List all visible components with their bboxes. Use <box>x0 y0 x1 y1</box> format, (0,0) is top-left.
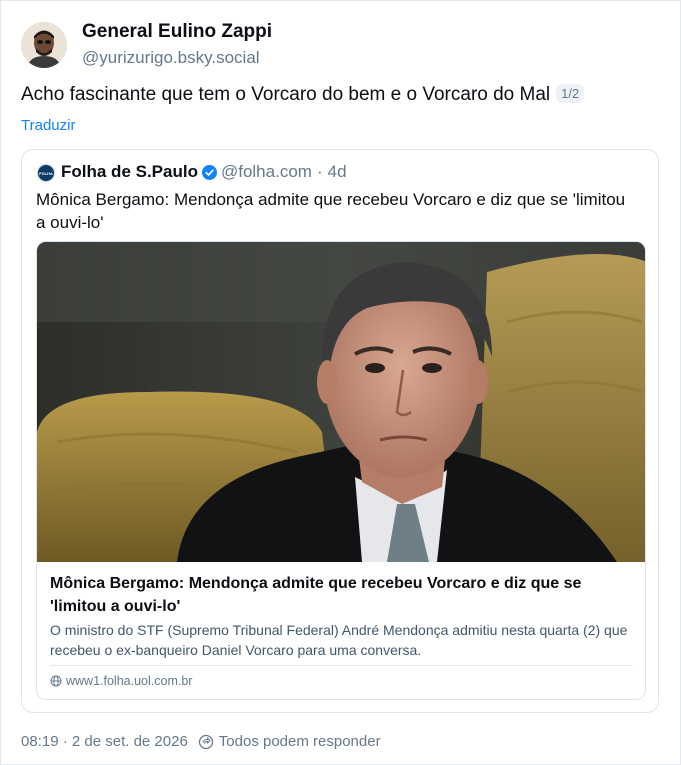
thread-counter-badge: 1/2 <box>556 84 585 103</box>
link-preview-title: Mônica Bergamo: Mendonça admite que rece… <box>50 575 582 615</box>
author-handle[interactable]: @yurizurigo.bsky.social <box>82 48 260 68</box>
reply-settings-label[interactable]: Todos podem responder <box>219 733 381 750</box>
post-text: Acho fascinante que tem o Vorcaro do bem… <box>21 84 585 106</box>
post-body: Acho fascinante que tem o Vorcaro do bem… <box>21 84 551 105</box>
link-preview-domain: www1.folha.uol.com.br <box>50 674 192 688</box>
link-preview-domain-text: www1.folha.uol.com.br <box>66 674 193 688</box>
quoted-post[interactable]: FOLHA Folha de S.Paulo @folha.com · 4d M… <box>21 149 659 713</box>
author-avatar[interactable] <box>21 22 67 68</box>
quoted-author-handle[interactable]: @folha.com <box>221 162 312 182</box>
link-preview-description: O ministro do STF (Supremo Tribunal Fede… <box>50 622 628 658</box>
quoted-author-name[interactable]: Folha de S.Paulo <box>61 162 198 182</box>
quoted-post-header: Folha de S.Paulo @folha.com · 4d <box>61 162 347 182</box>
verified-badge-icon <box>201 164 217 180</box>
post-meta: 08:19 · 2 de set. de 2026 Todos podem re… <box>21 733 381 750</box>
header-separator: · <box>316 162 323 181</box>
quoted-post-age[interactable]: 4d <box>328 162 347 182</box>
post-timestamp[interactable]: 08:19 · 2 de set. de 2026 <box>21 733 188 750</box>
quoted-author-avatar-text: FOLHA <box>39 170 53 176</box>
globe-icon <box>50 675 62 687</box>
reply-settings-icon <box>198 734 213 749</box>
link-preview-card[interactable]: Mônica Bergamo: Mendonça admite que rece… <box>36 241 646 700</box>
translate-link[interactable]: Traduzir <box>21 117 75 134</box>
link-preview-divider <box>50 665 633 666</box>
author-name[interactable]: General Eulino Zappi <box>82 21 272 43</box>
link-preview-image <box>37 242 645 562</box>
quoted-author-avatar[interactable]: FOLHA <box>37 164 55 182</box>
quoted-post-text: Mônica Bergamo: Mendonça admite que rece… <box>36 190 626 232</box>
